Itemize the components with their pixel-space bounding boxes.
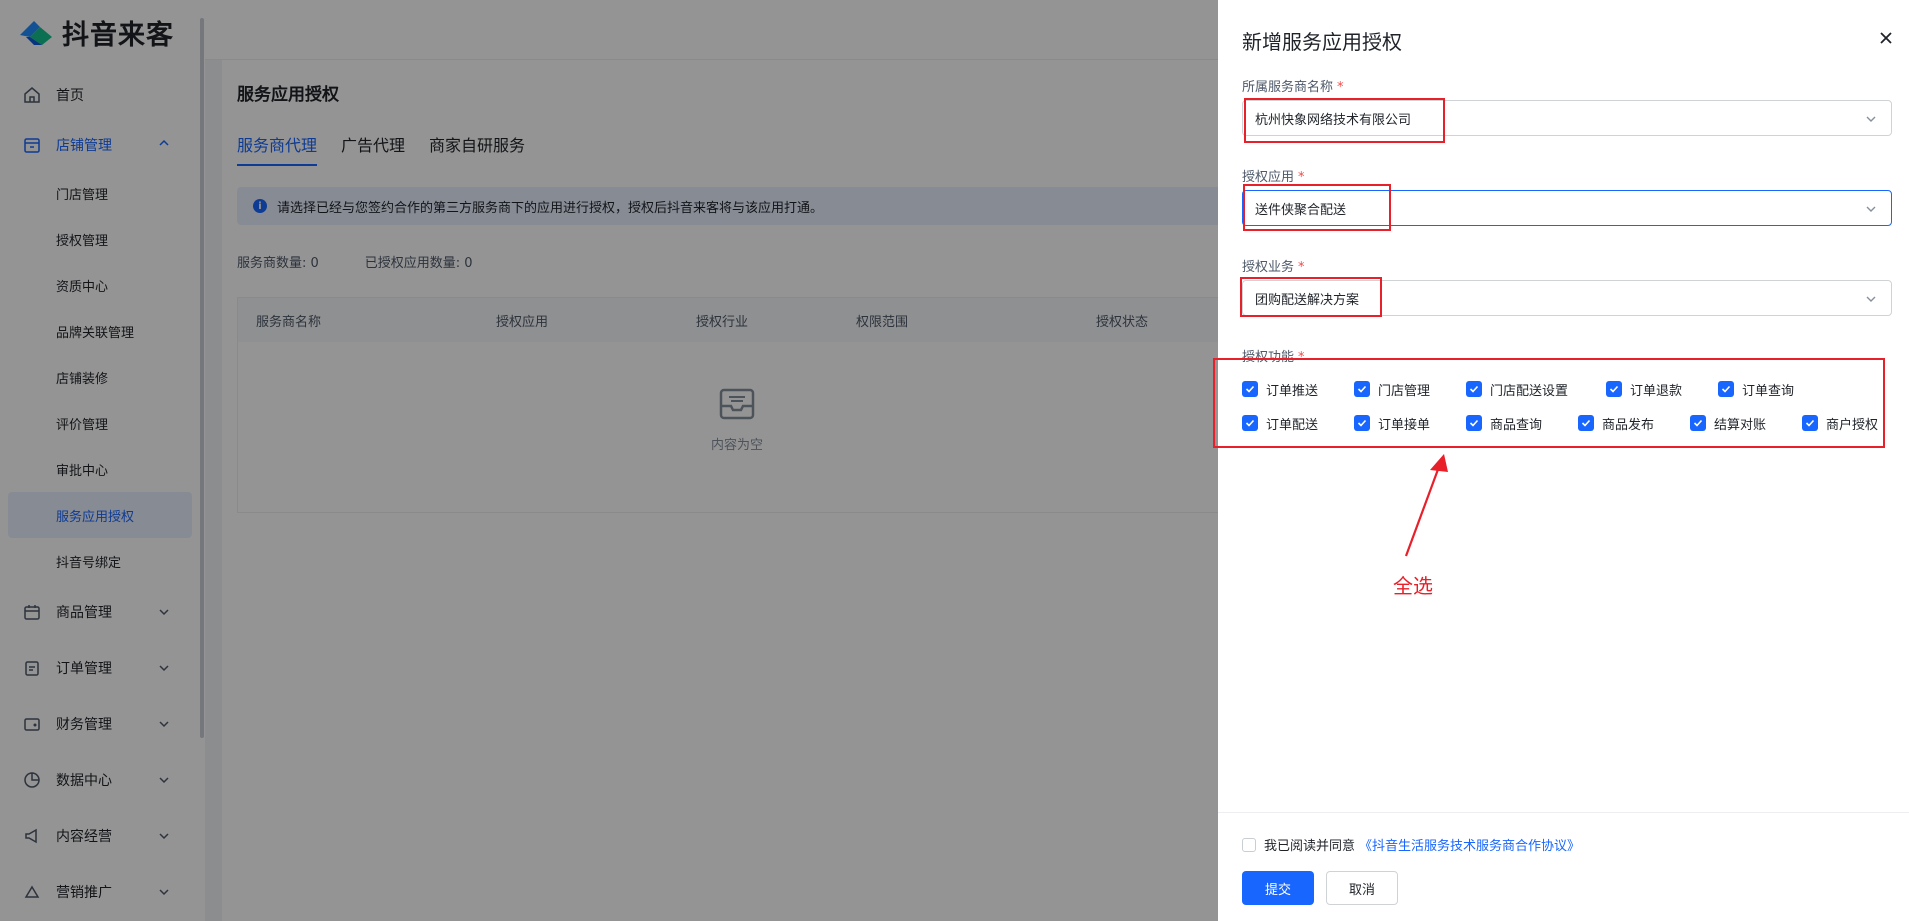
highlight-app — [1243, 184, 1391, 231]
agreement-text: 我已阅读并同意 — [1264, 839, 1356, 854]
chevron-down-icon — [1865, 113, 1877, 129]
business-label: 授权业务 * — [1242, 256, 1305, 275]
highlight-functions — [1213, 358, 1885, 448]
highlight-provider — [1244, 98, 1445, 143]
annotation-label: 全选 — [1393, 574, 1433, 598]
chevron-down-icon — [1865, 203, 1877, 219]
submit-button[interactable]: 提交 — [1242, 871, 1314, 905]
drawer-footer: 我已阅读并同意 《抖音生活服务技术服务商合作协议》 提交 取消 — [1218, 812, 1909, 921]
checkbox-unchecked-icon — [1242, 837, 1256, 852]
field-label-text: 授权应用 — [1242, 170, 1295, 185]
arrow-icon — [1404, 454, 1448, 557]
close-icon[interactable] — [1878, 30, 1894, 46]
chevron-down-icon — [1865, 293, 1877, 309]
drawer-title: 新增服务应用授权 — [1242, 30, 1402, 54]
required-mark: * — [1298, 170, 1305, 185]
field-label-text: 所属服务商名称 — [1242, 80, 1334, 95]
modal-mask[interactable] — [0, 0, 1218, 921]
required-mark: * — [1298, 260, 1305, 275]
provider-label: 所属服务商名称 * — [1242, 76, 1344, 95]
cancel-button[interactable]: 取消 — [1326, 871, 1398, 905]
agreement-checkbox[interactable]: 我已阅读并同意 《抖音生活服务技术服务商合作协议》 — [1242, 835, 1580, 854]
agreement-link[interactable]: 《抖音生活服务技术服务商合作协议》 — [1359, 835, 1580, 854]
required-mark: * — [1337, 80, 1344, 95]
app-label: 授权应用 * — [1242, 166, 1305, 185]
highlight-business — [1240, 277, 1382, 317]
field-label-text: 授权业务 — [1242, 260, 1295, 275]
